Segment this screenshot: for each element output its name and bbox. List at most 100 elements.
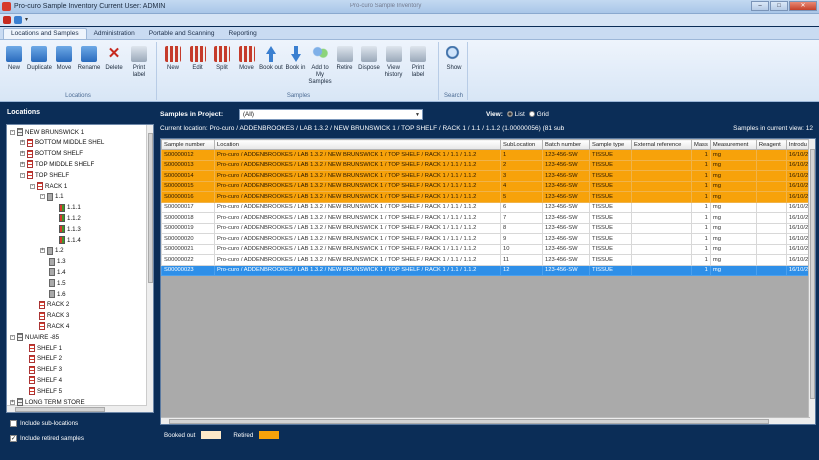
- book-in-button[interactable]: Book in: [284, 46, 308, 72]
- checkbox-box[interactable]: [10, 420, 17, 427]
- column-header-sublocation[interactable]: SubLocation: [500, 139, 543, 150]
- tab-locations-and-samples[interactable]: Locations and Samples: [3, 28, 87, 39]
- move-button[interactable]: Move: [52, 46, 76, 72]
- table-row[interactable]: S00000020 Pro-curo / ADDENBROOKES / LAB 1…: [161, 233, 812, 245]
- tree-vertical-scrollbar[interactable]: [146, 125, 153, 412]
- move-button[interactable]: Move: [235, 46, 259, 72]
- tree-hscroll-thumb[interactable]: [15, 407, 105, 412]
- project-select[interactable]: (All) ▼: [239, 109, 423, 120]
- table-row[interactable]: S00000016 Pro-curo / ADDENBROOKES / LAB 1…: [161, 191, 812, 203]
- print-label-button[interactable]: Print label: [406, 46, 430, 79]
- delete-button[interactable]: ✕ Delete: [102, 46, 126, 72]
- table-row[interactable]: S00000015 Pro-curo / ADDENBROOKES / LAB 1…: [161, 180, 812, 192]
- tree-node-top-shelf[interactable]: - TOP SHELF: [20, 171, 69, 180]
- edit-button[interactable]: Edit: [186, 46, 210, 72]
- table-row[interactable]: S00000019 Pro-curo / ADDENBROOKES / LAB 1…: [161, 222, 812, 234]
- radio-grid[interactable]: [528, 111, 535, 118]
- tree-node-1-1-2[interactable]: 1.1.2: [50, 214, 81, 223]
- tree-node-shelf-2[interactable]: SHELF 2: [20, 354, 62, 363]
- tree-expander-icon[interactable]: -: [30, 183, 35, 189]
- view-list-option[interactable]: List: [506, 111, 525, 118]
- table-row[interactable]: S00000013 Pro-curo / ADDENBROOKES / LAB 1…: [161, 159, 812, 171]
- tab-administration[interactable]: Administration: [87, 29, 142, 39]
- grid-vertical-scrollbar[interactable]: [808, 139, 815, 424]
- tree-node-1-1[interactable]: - 1.1: [40, 192, 64, 201]
- rename-button[interactable]: Rename: [77, 46, 101, 72]
- column-header-measurement[interactable]: Measurement: [709, 139, 757, 150]
- tree-expander-icon[interactable]: -: [20, 172, 25, 178]
- tree-node-shelf-3[interactable]: SHELF 3: [20, 365, 62, 374]
- minimize-button[interactable]: –: [751, 1, 769, 11]
- tab-reporting[interactable]: Reporting: [222, 29, 264, 39]
- retire-button[interactable]: Retire: [333, 46, 357, 72]
- show-button[interactable]: Show: [442, 46, 466, 72]
- new-button[interactable]: New: [161, 46, 185, 72]
- tree-expander-icon[interactable]: +: [10, 399, 15, 405]
- tree-node-1-4[interactable]: 1.4: [40, 268, 66, 277]
- column-header-sample-number[interactable]: Sample number: [161, 139, 215, 150]
- quick-save-icon[interactable]: [14, 16, 22, 24]
- grid-horizontal-scrollbar[interactable]: [161, 417, 810, 424]
- tree-node-1-2[interactable]: +1.2: [40, 246, 64, 255]
- book-out-button[interactable]: Book out: [259, 46, 283, 72]
- tree-node-shelf-1[interactable]: SHELF 1: [20, 344, 62, 352]
- app-menu-icon[interactable]: [3, 16, 11, 24]
- table-row[interactable]: S00000017 Pro-curo / ADDENBROOKES / LAB 1…: [161, 201, 812, 213]
- print-label-button[interactable]: Print label: [127, 46, 151, 79]
- tree-node-nuaire-85[interactable]: - NUAIRE -85: [10, 333, 59, 342]
- view-grid-option[interactable]: Grid: [528, 111, 549, 118]
- include-retired-checkbox[interactable]: ✓ Include retired samples: [10, 435, 84, 442]
- table-row[interactable]: S00000012 Pro-curo / ADDENBROOKES / LAB 1…: [161, 149, 812, 161]
- tree-expander-icon[interactable]: +: [20, 140, 25, 146]
- tree-expander-icon[interactable]: -: [40, 194, 45, 200]
- tree-node-bottom-shelf[interactable]: + BOTTOM SHELF: [20, 149, 83, 158]
- table-row[interactable]: S00000022 Pro-curo / ADDENBROOKES / LAB 1…: [161, 254, 812, 266]
- tab-portable-and-scanning[interactable]: Portable and Scanning: [142, 29, 222, 39]
- tree-node-shelf-5[interactable]: SHELF 5: [20, 387, 62, 396]
- tree-expander-icon[interactable]: -: [10, 334, 15, 340]
- close-window-button[interactable]: ✕: [789, 1, 817, 11]
- tree-node-1-6[interactable]: 1.6: [40, 290, 66, 298]
- table-row[interactable]: S00000023 Pro-curo / ADDENBROOKES / LAB 1…: [161, 264, 812, 276]
- tree-node-bottom-middle-shel[interactable]: + BOTTOM MIDDLE SHEL: [20, 138, 104, 147]
- tree-expander-icon[interactable]: -: [10, 129, 15, 135]
- grid-scroll-thumb[interactable]: [810, 149, 815, 399]
- tree-node-1-1-1[interactable]: 1.1.1: [50, 203, 81, 212]
- duplicate-button[interactable]: Duplicate: [27, 46, 52, 72]
- tree-node-rack-4[interactable]: RACK 4: [30, 322, 69, 331]
- grid-hscroll-thumb[interactable]: [169, 419, 769, 424]
- radio-list[interactable]: [506, 111, 513, 118]
- tree-node-1-3[interactable]: 1.3: [40, 257, 66, 266]
- tree-node-shelf-4[interactable]: SHELF 4: [20, 376, 62, 385]
- tree-node-rack-2[interactable]: RACK 2: [30, 300, 69, 309]
- table-row[interactable]: S00000014 Pro-curo / ADDENBROOKES / LAB 1…: [161, 170, 812, 182]
- tree-expander-icon[interactable]: +: [20, 151, 25, 157]
- tree-node-1-1-4[interactable]: 1.1.4: [50, 236, 81, 244]
- tree-expander-icon[interactable]: +: [40, 248, 45, 254]
- tree-node-rack-3[interactable]: RACK 3: [30, 311, 69, 320]
- location-tree[interactable]: - NEW BRUNSWICK 1 + BOTTOM MIDDLE SHEL + BOTT…: [6, 124, 154, 413]
- view-history-button[interactable]: View history: [382, 46, 406, 79]
- tree-node-new-brunswick-1[interactable]: - NEW BRUNSWICK 1: [10, 128, 84, 136]
- column-header-external-reference[interactable]: External reference: [631, 139, 692, 150]
- checkbox-box[interactable]: ✓: [10, 435, 17, 442]
- new-button[interactable]: New: [2, 46, 26, 72]
- qat-dropdown-icon[interactable]: ▾: [25, 16, 28, 24]
- column-header-batch-number[interactable]: Batch number: [542, 139, 590, 150]
- column-header-mass[interactable]: Mass: [691, 139, 711, 150]
- tree-node-long-term-store[interactable]: + LONG TERM STORE: [10, 398, 85, 406]
- dispose-button[interactable]: Dispose: [357, 46, 381, 72]
- column-header-sample-type[interactable]: Sample type: [589, 139, 632, 150]
- table-row[interactable]: S00000021 Pro-curo / ADDENBROOKES / LAB 1…: [161, 243, 812, 255]
- tree-node-1-5[interactable]: 1.5: [40, 279, 66, 288]
- tree-expander-icon[interactable]: +: [20, 161, 25, 167]
- split-button[interactable]: Split: [210, 46, 234, 72]
- include-sub-locations-checkbox[interactable]: Include sub-locations: [10, 420, 78, 427]
- tree-node-1-1-3[interactable]: 1.1.3: [50, 225, 81, 234]
- add-to-my-samples-button[interactable]: Add to My Samples: [308, 46, 332, 86]
- tree-node-top-middle-shelf[interactable]: + TOP MIDDLE SHELF: [20, 160, 94, 169]
- table-row[interactable]: S00000018 Pro-curo / ADDENBROOKES / LAB 1…: [161, 212, 812, 224]
- maximize-button[interactable]: □: [770, 1, 788, 11]
- tree-node-rack-1[interactable]: - RACK 1: [30, 182, 67, 190]
- tree-horizontal-scrollbar[interactable]: [7, 405, 147, 412]
